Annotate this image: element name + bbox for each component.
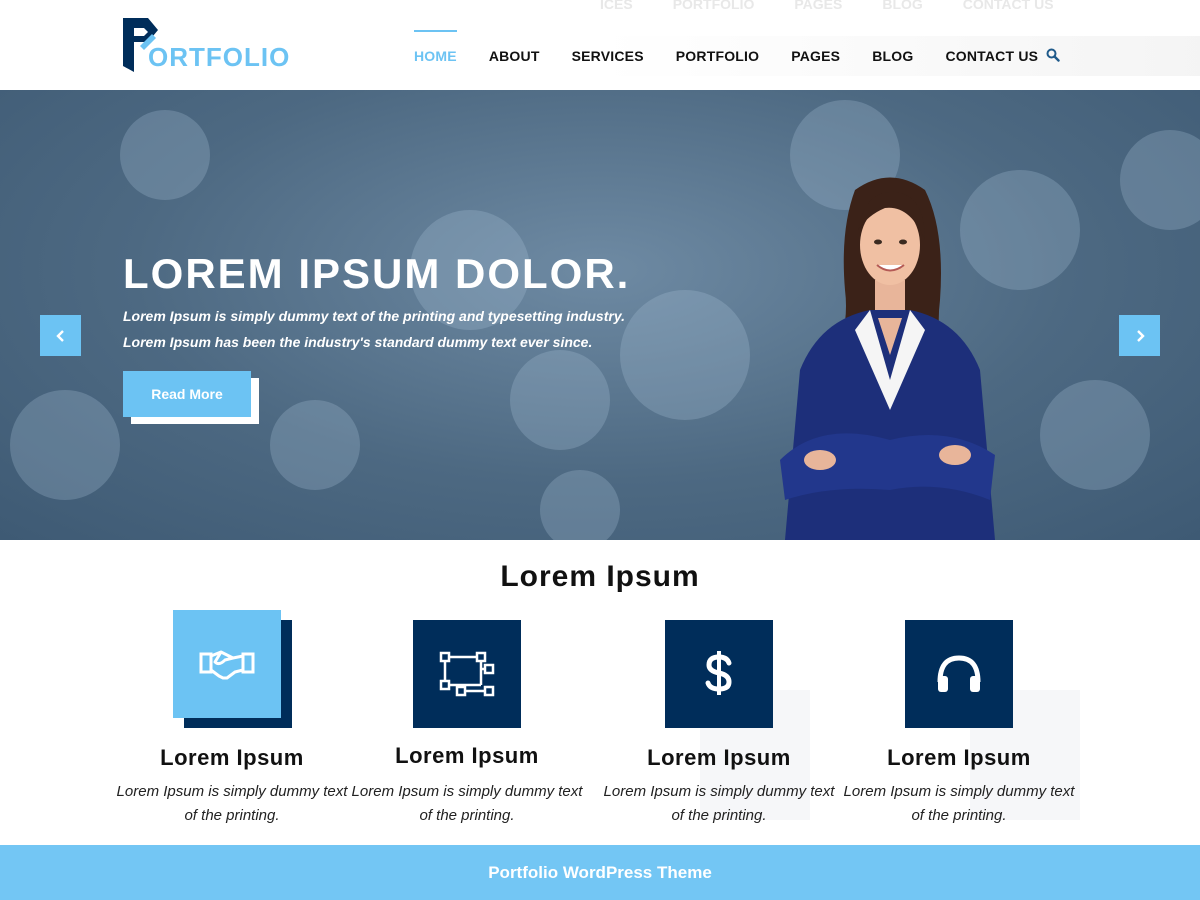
footer-text[interactable]: Portfolio WordPress Theme — [488, 863, 712, 883]
service-text: Lorem Ipsum is simply dummy text of the … — [351, 783, 583, 824]
ghost-nav-item: ICES — [600, 0, 633, 12]
woman-photo — [780, 177, 995, 540]
bokeh-decoration — [120, 110, 210, 200]
ghost-nav-item: PORTFOLIO — [672, 0, 755, 12]
ghost-nav-item: CONTACT US — [962, 0, 1054, 12]
chevron-right-icon — [1136, 329, 1145, 342]
service-text: Lorem Ipsum is simply dummy text of the … — [116, 783, 348, 824]
nav-item-contact-us[interactable]: CONTACT US — [929, 30, 1054, 70]
dollar-icon — [705, 651, 732, 695]
nav-item-portfolio[interactable]: PORTFOLIO — [660, 30, 775, 70]
service-text: Lorem Ipsum is simply dummy text of the … — [603, 783, 835, 824]
service-card[interactable]: Lorem Ipsum Lorem Ipsum is simply dummy … — [599, 600, 839, 840]
bokeh-decoration — [10, 390, 120, 500]
service-title: Lorem Ipsum — [160, 745, 304, 770]
bokeh-decoration — [1040, 380, 1150, 490]
slider-prev-button[interactable] — [40, 315, 81, 356]
ghost-nav-item: PAGES — [794, 0, 843, 12]
vector-nodes-icon — [439, 651, 495, 697]
bokeh-decoration — [1120, 130, 1200, 230]
ghost-nav-item: BLOG — [882, 0, 923, 12]
services-title: Lorem Ipsum — [500, 560, 700, 593]
handshake-icon — [199, 650, 255, 680]
bokeh-decoration — [540, 470, 620, 540]
site-header: ICES PORTFOLIO PAGES BLOG CONTACT US ORT… — [0, 0, 1200, 90]
bokeh-decoration — [510, 350, 610, 450]
service-card[interactable]: Lorem Ipsum Lorem Ipsum is simply dummy … — [347, 600, 587, 840]
search-button[interactable] — [1046, 48, 1066, 68]
site-footer: Portfolio WordPress Theme — [0, 845, 1200, 900]
service-text: Lorem Ipsum is simply dummy text of the … — [843, 783, 1075, 824]
ghost-nav: ICES PORTFOLIO PAGES BLOG CONTACT US — [600, 0, 1054, 12]
search-icon — [1046, 48, 1060, 62]
service-icon-box — [905, 620, 1013, 728]
service-title: Lorem Ipsum — [887, 745, 1031, 770]
chevron-left-icon — [55, 329, 64, 342]
nav-item-home[interactable]: HOME — [398, 30, 473, 70]
main-nav: HOME ABOUT SERVICES PORTFOLIO PAGES BLOG… — [398, 30, 1054, 70]
service-icon-box — [413, 620, 521, 728]
service-icon-box — [173, 610, 281, 718]
nav-item-about[interactable]: ABOUT — [473, 30, 556, 70]
hero-description: Lorem Ipsum is simply dummy text of the … — [123, 308, 625, 350]
nav-item-services[interactable]: SERVICES — [556, 30, 660, 70]
logo-text: ORTFOLIO — [148, 42, 291, 72]
service-title: Lorem Ipsum — [395, 743, 539, 768]
hero-title: LOREM IPSUM DOLOR. — [123, 250, 631, 297]
bokeh-decoration — [270, 400, 360, 490]
service-card[interactable]: Lorem Ipsum Lorem Ipsum is simply dummy … — [112, 600, 352, 840]
service-title: Lorem Ipsum — [647, 745, 791, 770]
read-more-button[interactable]: Read More — [123, 371, 251, 417]
nav-item-pages[interactable]: PAGES — [775, 30, 856, 70]
hero-slider: LOREM IPSUM DOLOR. Lorem Ipsum is simply… — [0, 90, 1200, 540]
nav-item-blog[interactable]: BLOG — [856, 30, 929, 70]
site-logo[interactable]: ORTFOLIO — [120, 16, 290, 76]
service-icon-box — [665, 620, 773, 728]
service-card[interactable]: Lorem Ipsum Lorem Ipsum is simply dummy … — [839, 600, 1079, 840]
slider-next-button[interactable] — [1119, 315, 1160, 356]
headphones-icon — [937, 655, 981, 692]
